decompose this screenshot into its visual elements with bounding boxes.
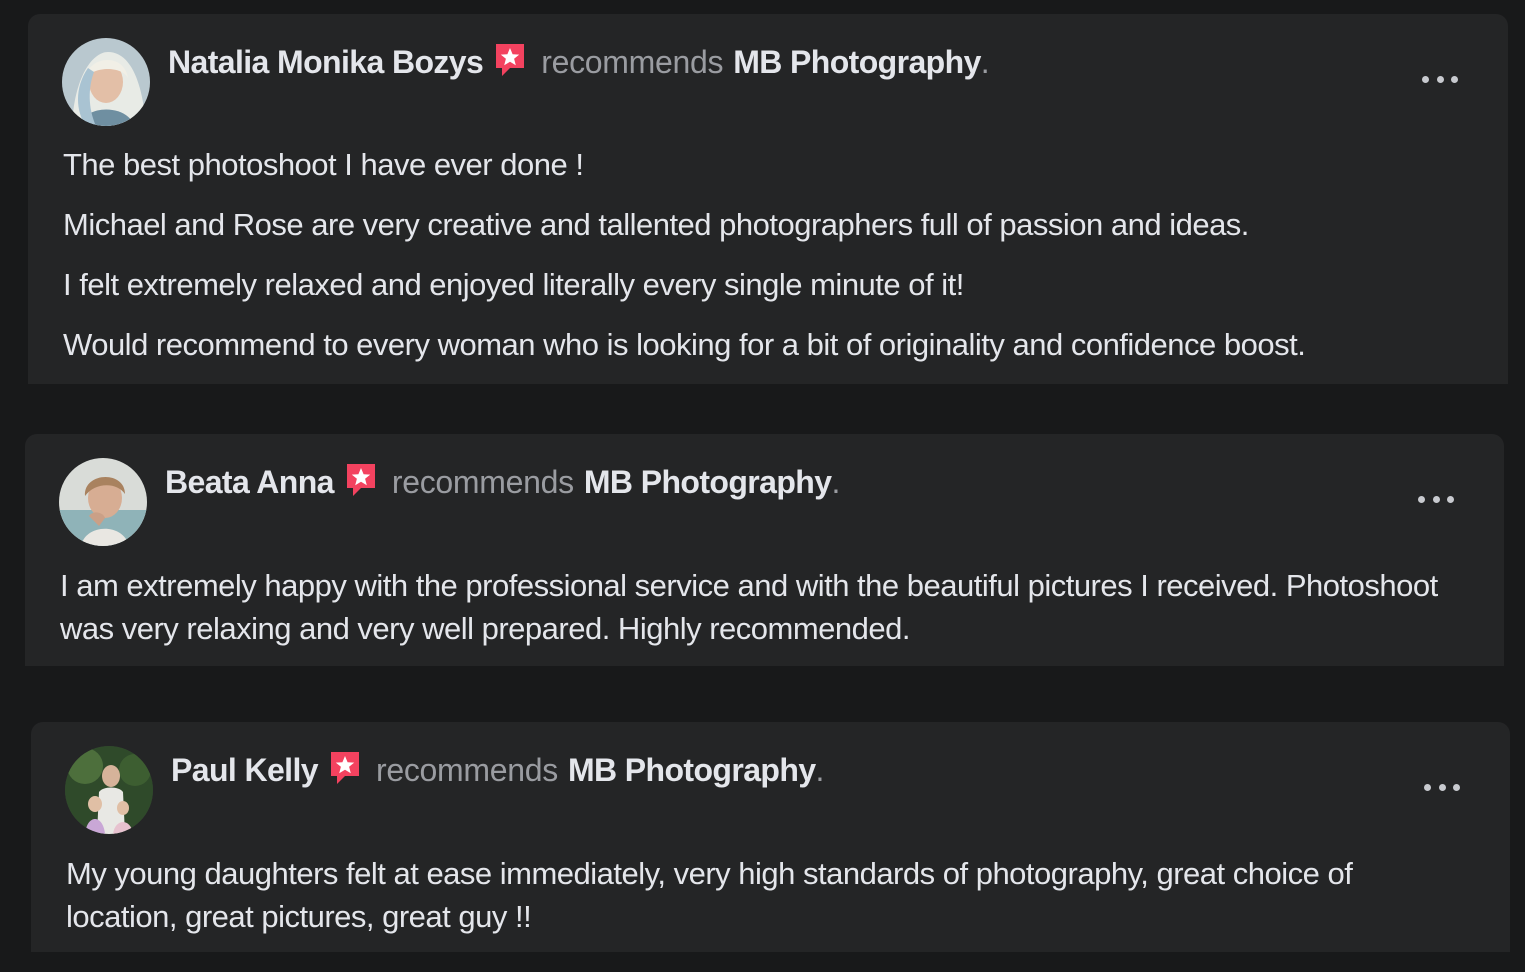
review-paragraph: I felt extremely relaxed and enjoyed lit… (63, 267, 964, 302)
avatar[interactable] (62, 38, 150, 126)
author-name[interactable]: Paul Kelly (171, 752, 319, 789)
more-options-icon-dot (1418, 495, 1425, 503)
avatar[interactable] (65, 746, 153, 834)
more-options-button[interactable] (1418, 484, 1454, 514)
more-options-icon-dot (1422, 75, 1429, 83)
recommend-star-icon (328, 750, 362, 786)
recommends-label: recommends (391, 463, 574, 500)
recommendation-card: Paul Kelly recommends MB Photography. My… (31, 722, 1510, 952)
review-paragraph: My young daughters felt at ease immediat… (66, 856, 1353, 934)
review-text: I am extremely happy with the profession… (60, 564, 1464, 650)
review-text: My young daughters felt at ease immediat… (66, 852, 1470, 938)
review-paragraph: I am extremely happy with the profession… (60, 568, 1438, 646)
recommendation-header: Paul Kelly recommends MB Photography. (171, 748, 824, 792)
more-options-button[interactable] (1424, 772, 1460, 802)
recommends-label: recommends (541, 43, 724, 80)
more-options-icon-dot (1438, 783, 1446, 791)
more-options-icon-dot (1447, 495, 1454, 503)
avatar-photo (62, 38, 150, 126)
review-paragraph: Michael and Rose are very creative and t… (63, 207, 1249, 242)
page-link[interactable]: MB Photography (733, 44, 981, 81)
recommendation-header: Natalia Monika Bozys recommends MB Photo… (168, 40, 990, 84)
recommendation-card: Beata Anna recommends MB Photography. I … (25, 434, 1504, 666)
header-period: . (980, 43, 990, 80)
review-paragraph: Would recommend to every woman who is lo… (63, 327, 1306, 362)
author-name[interactable]: Beata Anna (165, 464, 334, 501)
more-options-icon-dot (1432, 495, 1440, 503)
recommendation-header: Beata Anna recommends MB Photography. (165, 460, 840, 504)
recommend-star-icon (493, 42, 527, 78)
more-options-button[interactable] (1422, 64, 1458, 94)
avatar-photo (65, 746, 153, 834)
author-name[interactable]: Natalia Monika Bozys (168, 44, 484, 81)
page-link[interactable]: MB Photography (568, 752, 816, 789)
header-period: . (831, 463, 841, 500)
recommend-star-icon (344, 462, 378, 498)
page-link[interactable]: MB Photography (584, 464, 832, 501)
more-options-icon-dot (1453, 783, 1460, 791)
recommends-label: recommends (375, 751, 558, 788)
review-text: The best photoshoot I have ever done ! M… (63, 142, 1468, 382)
more-options-icon-dot (1424, 783, 1431, 791)
review-paragraph: The best photoshoot I have ever done ! (63, 147, 584, 182)
more-options-icon-dot (1451, 75, 1458, 83)
header-period: . (815, 751, 825, 788)
more-options-icon-dot (1436, 75, 1444, 83)
avatar[interactable] (59, 458, 147, 546)
avatar-photo (59, 458, 147, 546)
recommendation-card: Natalia Monika Bozys recommends MB Photo… (28, 14, 1508, 384)
